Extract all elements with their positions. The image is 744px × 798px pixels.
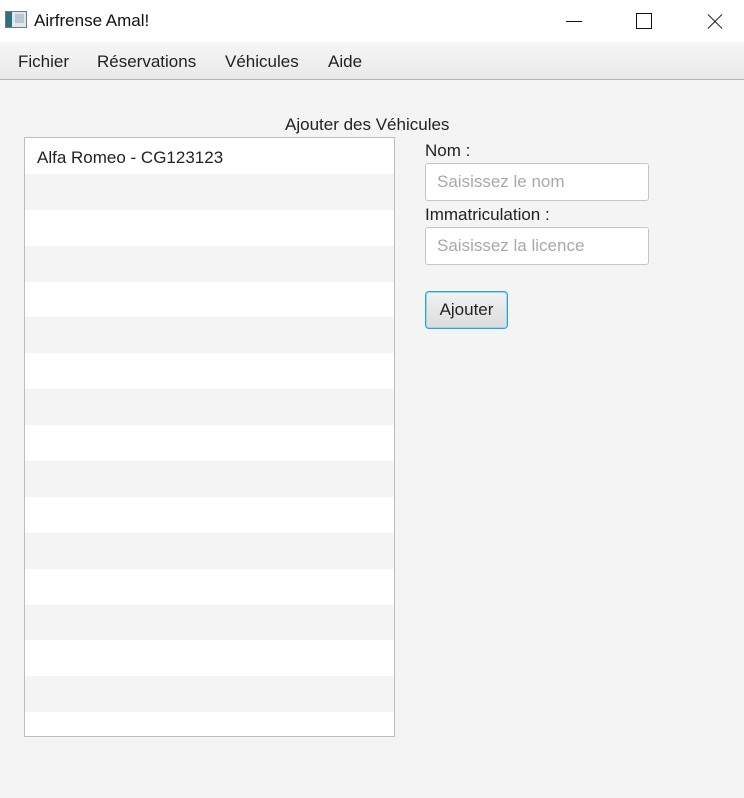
add-button[interactable]: Ajouter — [425, 291, 508, 329]
close-button[interactable] — [679, 0, 744, 42]
list-empty-row — [25, 496, 394, 533]
minimize-button[interactable] — [539, 0, 609, 42]
window-title: Airfrense Amal! — [34, 11, 150, 30]
name-input[interactable] — [425, 163, 649, 201]
title-bar: Airfrense Amal! — [0, 0, 744, 42]
list-empty-row — [25, 281, 394, 318]
menu-aide[interactable]: Aide — [328, 52, 362, 72]
menu-bar: Fichier Réservations Véhicules Aide — [0, 42, 744, 80]
vehicle-list[interactable]: Alfa Romeo - CG123123 — [24, 137, 395, 737]
plate-input[interactable] — [425, 227, 649, 265]
list-empty-row — [25, 389, 394, 426]
list-item[interactable]: Alfa Romeo - CG123123 — [25, 138, 394, 174]
list-empty-row — [25, 209, 394, 246]
list-empty-row — [25, 173, 394, 210]
maximize-button[interactable] — [609, 0, 679, 42]
menu-vehicules[interactable]: Véhicules — [225, 52, 299, 72]
plate-label: Immatriculation : — [425, 205, 550, 224]
list-empty-row — [25, 317, 394, 354]
name-label: Nom : — [425, 141, 471, 160]
app-icon — [5, 11, 27, 28]
list-empty-row — [25, 532, 394, 569]
menu-reservations[interactable]: Réservations — [97, 52, 196, 72]
menu-fichier[interactable]: Fichier — [18, 52, 69, 72]
list-empty-row — [25, 461, 394, 497]
list-empty-row — [25, 353, 394, 390]
list-empty-row — [25, 640, 394, 677]
list-empty-row — [25, 425, 394, 462]
list-empty-row — [25, 712, 394, 736]
list-empty-row — [25, 676, 394, 713]
panel-title: Ajouter des Véhicules — [285, 115, 450, 134]
list-empty-row — [25, 245, 394, 282]
list-empty-row — [25, 604, 394, 641]
list-empty-row — [25, 568, 394, 605]
